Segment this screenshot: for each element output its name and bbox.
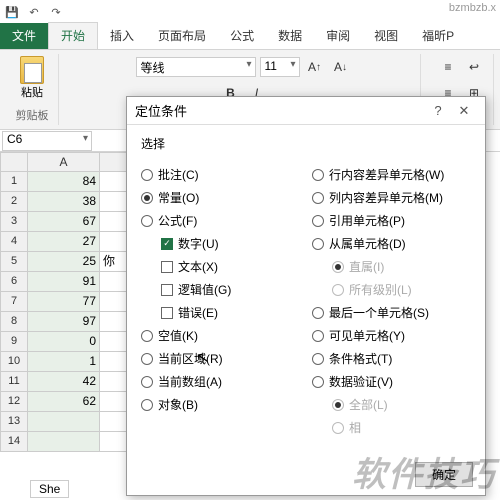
row-header[interactable]: 6	[0, 272, 28, 292]
opt-constants[interactable]: 常量(O)	[141, 189, 300, 206]
opt-text[interactable]: 文本(X)	[161, 258, 300, 275]
tab-data[interactable]: 数据	[266, 23, 314, 49]
opt-all-levels: 所有级别(L)	[332, 281, 471, 298]
cell[interactable]: 97	[28, 312, 100, 332]
help-icon[interactable]: ?	[425, 103, 451, 118]
col-header-a[interactable]: A	[28, 152, 100, 172]
opt-numbers[interactable]: 数字(U)	[161, 235, 300, 252]
opt-same: 相	[332, 419, 471, 436]
wrap-icon[interactable]: ↩	[463, 56, 485, 78]
align-top-icon[interactable]: ≡	[437, 56, 459, 78]
cell[interactable]: 38	[28, 192, 100, 212]
cell[interactable]	[28, 412, 100, 432]
tab-file[interactable]: 文件	[0, 23, 48, 49]
opt-blanks[interactable]: 空值(K)	[141, 327, 300, 344]
opt-current-array[interactable]: 当前数组(A)	[141, 373, 300, 390]
opt-validation[interactable]: 数据验证(V)	[312, 373, 471, 390]
row-header[interactable]: 5	[0, 252, 28, 272]
name-box[interactable]: C6	[2, 131, 92, 151]
opt-current-region[interactable]: 当前区域(R)	[141, 350, 300, 367]
row-header[interactable]: 7	[0, 292, 28, 312]
opt-visible[interactable]: 可见单元格(Y)	[312, 327, 471, 344]
quick-access-toolbar: 💾 ↶ ↷	[0, 0, 500, 24]
font-size-select[interactable]: 11	[260, 57, 300, 77]
opt-col-diff[interactable]: 列内容差异单元格(M)	[312, 189, 471, 206]
row-header[interactable]: 4	[0, 232, 28, 252]
clipboard-label: 剪贴板	[16, 107, 49, 123]
cell[interactable]: 77	[28, 292, 100, 312]
decrease-font-icon[interactable]: A↓	[330, 56, 352, 78]
opt-last-cell[interactable]: 最后一个单元格(S)	[312, 304, 471, 321]
undo-icon[interactable]: ↶	[26, 4, 42, 20]
select-all-corner[interactable]	[0, 152, 28, 172]
paste-label: 粘贴	[21, 84, 43, 100]
goto-special-dialog: 定位条件 ? ✕ 选择 批注(C) 常量(O) 公式(F) 数字(U) 文本(X…	[126, 96, 486, 496]
row-header[interactable]: 11	[0, 372, 28, 392]
increase-font-icon[interactable]: A↑	[304, 56, 326, 78]
cell[interactable]: 62	[28, 392, 100, 412]
opt-errors[interactable]: 错误(E)	[161, 304, 300, 321]
ok-button[interactable]: 确定	[415, 462, 473, 487]
cell[interactable]: 67	[28, 212, 100, 232]
cell[interactable]	[28, 432, 100, 452]
cell[interactable]: 84	[28, 172, 100, 192]
row-header[interactable]: 12	[0, 392, 28, 412]
cell[interactable]: 1	[28, 352, 100, 372]
opt-comments[interactable]: 批注(C)	[141, 166, 300, 183]
opt-precedents[interactable]: 引用单元格(P)	[312, 212, 471, 229]
tab-home[interactable]: 开始	[48, 22, 98, 49]
cell[interactable]: 25	[28, 252, 100, 272]
row-header[interactable]: 8	[0, 312, 28, 332]
paste-icon	[20, 56, 44, 84]
opt-formulas[interactable]: 公式(F)	[141, 212, 300, 229]
dialog-title: 定位条件	[135, 101, 187, 120]
cell[interactable]: 91	[28, 272, 100, 292]
tab-insert[interactable]: 插入	[98, 23, 146, 49]
ribbon-tabs: 文件 开始 插入 页面布局 公式 数据 审阅 视图 福昕P	[0, 24, 500, 50]
redo-icon[interactable]: ↷	[48, 4, 64, 20]
cell[interactable]: 27	[28, 232, 100, 252]
opt-row-diff[interactable]: 行内容差异单元格(W)	[312, 166, 471, 183]
row-header[interactable]: 1	[0, 172, 28, 192]
opt-logical[interactable]: 逻辑值(G)	[161, 281, 300, 298]
opt-cond-fmt[interactable]: 条件格式(T)	[312, 350, 471, 367]
opt-dependents[interactable]: 从属单元格(D)	[312, 235, 471, 252]
cell[interactable]: 0	[28, 332, 100, 352]
tab-view[interactable]: 视图	[362, 23, 410, 49]
url-fragment: bzmbzb.x	[449, 2, 496, 14]
tab-review[interactable]: 审阅	[314, 23, 362, 49]
opt-objects[interactable]: 对象(B)	[141, 396, 300, 413]
row-header[interactable]: 3	[0, 212, 28, 232]
row-header[interactable]: 13	[0, 412, 28, 432]
dialog-section-label: 选择	[141, 135, 471, 152]
paste-button[interactable]: 粘贴	[14, 56, 50, 100]
opt-all: 全部(L)	[332, 396, 471, 413]
close-icon[interactable]: ✕	[451, 103, 477, 119]
row-header[interactable]: 10	[0, 352, 28, 372]
tab-layout[interactable]: 页面布局	[146, 23, 218, 49]
save-icon[interactable]: 💾	[4, 4, 20, 20]
row-header[interactable]: 14	[0, 432, 28, 452]
tab-formula[interactable]: 公式	[218, 23, 266, 49]
row-header[interactable]: 2	[0, 192, 28, 212]
sheet-tab[interactable]: She	[30, 480, 69, 498]
tab-foxit[interactable]: 福昕P	[410, 23, 466, 49]
cell[interactable]: 42	[28, 372, 100, 392]
ribbon-group-clipboard: 粘贴 剪贴板	[6, 54, 59, 125]
row-header[interactable]: 9	[0, 332, 28, 352]
font-name-select[interactable]: 等线	[136, 57, 256, 77]
opt-direct: 直属(I)	[332, 258, 471, 275]
